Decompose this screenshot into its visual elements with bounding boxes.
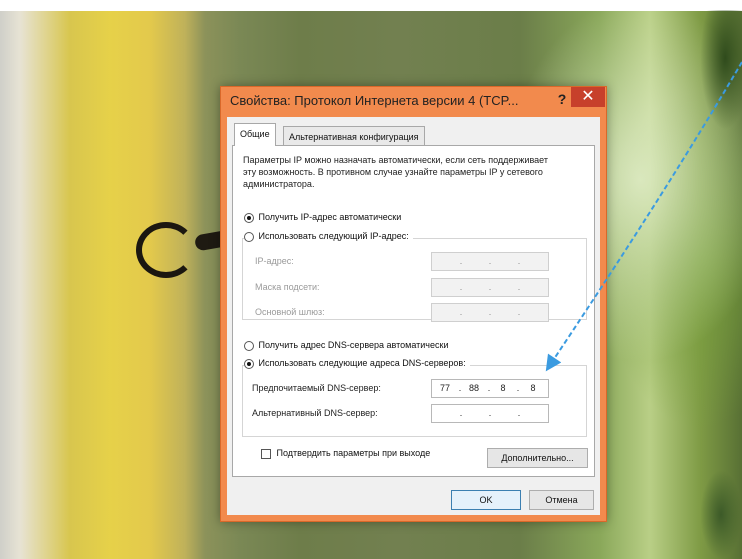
ip-dot-3: . [517,256,521,266]
dns-manual-label: Использовать следующие адреса DNS-сервер… [258,358,466,368]
tab-general[interactable]: Общие [234,123,276,146]
ip-manual-radio-row[interactable]: Использовать следующий IP-адрес: [244,231,413,242]
ip-dot-2: . [488,256,492,266]
help-button[interactable]: ? [554,90,570,108]
tendril-curl [136,222,196,278]
plant-leaf [700,470,742,559]
gw-dot-2: . [488,307,492,317]
tab-alternate-configuration[interactable]: Альтернативная конфигурация [283,126,425,146]
cancel-button[interactable]: Отмена [529,490,594,510]
ip-auto-label: Получить IP-адрес автоматически [258,212,402,222]
alt-dot-3: . [517,408,521,418]
ip-dot-1: . [459,256,463,266]
advanced-button[interactable]: Дополнительно... [487,448,588,468]
ipv4-properties-dialog: Свойства: Протокол Интернета версии 4 (T… [220,86,607,522]
ip-auto-radio[interactable] [244,212,254,223]
description-text: Параметры IP можно назначать автоматичес… [243,155,548,189]
ip-manual-label: Использовать следующий IP-адрес: [258,231,409,241]
mask-dot-3: . [517,282,521,292]
close-button[interactable]: ✕ [571,87,605,107]
ip-address-label: IP-адрес: [255,256,294,266]
gw-dot-1: . [459,307,463,317]
validate-on-exit-checkbox[interactable] [261,448,271,459]
ok-button[interactable]: OK [451,490,521,510]
mask-dot-2: . [488,282,492,292]
preferred-dns-field[interactable]: 77 . 88 . 8 . 8 [431,379,549,398]
dns-manual-radio-row[interactable]: Использовать следующие адреса DNS-сервер… [244,358,470,369]
dns-auto-radio-row[interactable]: Получить адрес DNS-сервера автоматически [244,340,448,351]
dns-auto-radio[interactable] [244,340,254,351]
validate-on-exit-row[interactable]: Подтвердить параметры при выходе [261,448,430,459]
alternate-dns-label: Альтернативный DNS-сервер: [252,408,378,418]
ip-auto-radio-row[interactable]: Получить IP-адрес автоматически [244,212,401,223]
top-strip [0,0,742,11]
alternate-dns-field[interactable]: . . . [431,404,549,423]
mask-dot-1: . [459,282,463,292]
dns-manual-group [242,365,587,437]
general-tab-panel: Параметры IP можно назначать автоматичес… [232,145,595,477]
ip-address-field[interactable]: . . . [431,252,549,271]
ip-manual-radio[interactable] [244,231,254,242]
subnet-mask-label: Маска подсети: [255,282,320,292]
gw-dot-3: . [517,307,521,317]
plant-stem [700,10,742,130]
alt-dot-1: . [459,408,463,418]
dns-auto-label: Получить адрес DNS-сервера автоматически [258,340,449,350]
preferred-dns-label: Предпочитаемый DNS-сервер: [252,383,381,393]
dialog-title: Свойства: Протокол Интернета версии 4 (T… [230,93,519,108]
alt-dot-2: . [488,408,492,418]
dialog-client-area: Общие Альтернативная конфигурация Параме… [227,117,600,515]
gateway-field[interactable]: . . . [431,303,549,322]
dns-manual-radio[interactable] [244,358,254,369]
subnet-mask-field[interactable]: . . . [431,278,549,297]
preferred-dns-octet-4: 8 [530,383,536,393]
title-bar[interactable]: Свойства: Протокол Интернета версии 4 (T… [221,87,606,117]
gateway-label: Основной шлюз: [255,307,325,317]
validate-on-exit-label: Подтвердить параметры при выходе [276,448,431,458]
